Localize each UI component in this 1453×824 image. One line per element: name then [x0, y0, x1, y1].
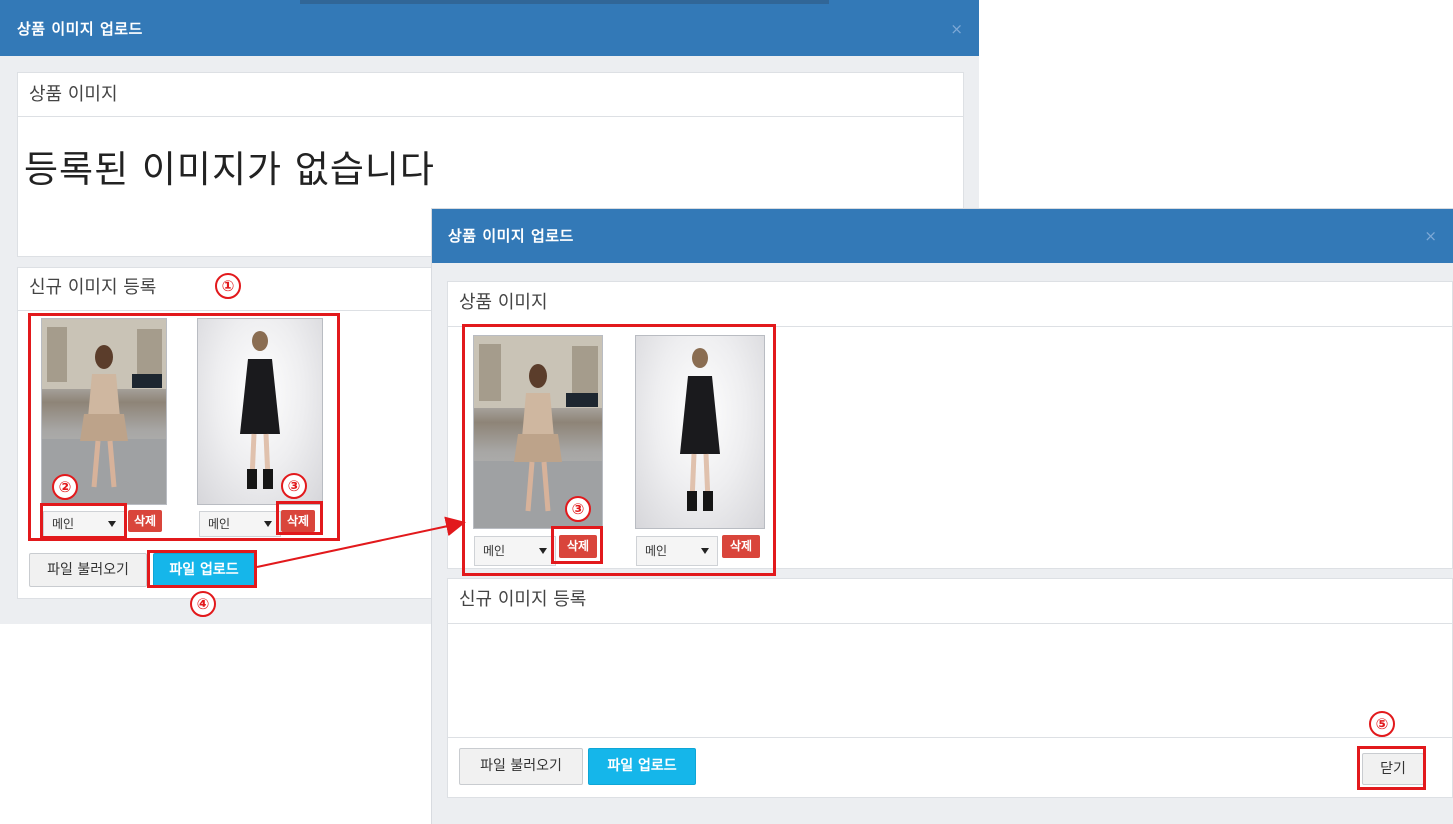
- modal-header: 상품 이미지 업로드 ×: [432, 209, 1453, 263]
- highlight-box-close: [1357, 746, 1426, 790]
- highlight-box-delete: [276, 501, 323, 535]
- panel-heading: 상품 이미지: [18, 73, 963, 117]
- step-4-marker: ④: [190, 591, 216, 617]
- step-5-marker: ⑤: [1369, 711, 1395, 737]
- background-strip: [300, 0, 829, 4]
- upload-file-button[interactable]: 파일 업로드: [588, 748, 696, 785]
- highlight-box-product-images: [462, 324, 776, 576]
- modal-title: 상품 이미지 업로드: [17, 20, 143, 38]
- new-image-panel: 신규 이미지 등록 파일 불러오기 파일 업로드 닫기: [447, 578, 1453, 798]
- modal-header: 상품 이미지 업로드 ×: [0, 0, 979, 56]
- highlight-box-delete: [551, 526, 603, 564]
- modal-title: 상품 이미지 업로드: [448, 227, 574, 245]
- panel-heading: 상품 이미지: [448, 282, 1452, 327]
- load-file-button[interactable]: 파일 불러오기: [459, 748, 583, 785]
- panel-footer-divider: [448, 737, 1452, 738]
- step-3-marker: ③: [565, 496, 591, 522]
- close-icon[interactable]: ×: [950, 0, 963, 58]
- highlight-box-upload: [147, 550, 257, 588]
- load-file-button[interactable]: 파일 불러오기: [29, 553, 147, 587]
- highlight-box-select: [40, 503, 127, 539]
- step-1-marker: ①: [215, 273, 241, 299]
- step-3-marker: ③: [281, 473, 307, 499]
- close-icon[interactable]: ×: [1424, 209, 1437, 263]
- panel-heading: 신규 이미지 등록: [448, 579, 1452, 624]
- empty-images-message: 등록된 이미지가 없습니다: [24, 148, 435, 191]
- step-2-marker: ②: [52, 474, 78, 500]
